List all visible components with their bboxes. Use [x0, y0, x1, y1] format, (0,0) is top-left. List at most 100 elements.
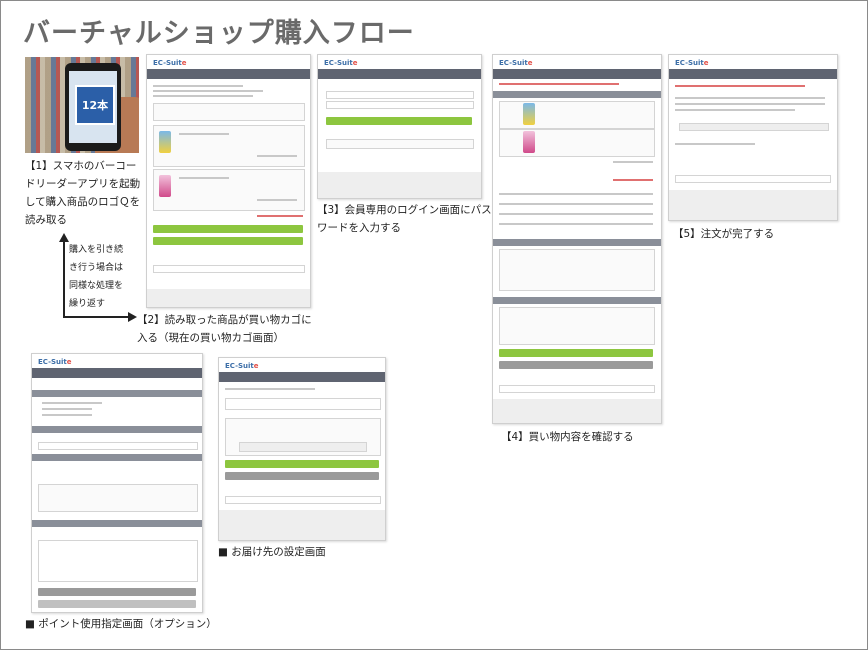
- phone-screen: 12本: [69, 71, 117, 143]
- next-button[interactable]: [38, 588, 196, 596]
- slide-title: バーチャルショップ購入フロー: [23, 18, 415, 49]
- text-line: [675, 103, 825, 105]
- loop-arrow-horizontal: [63, 316, 129, 318]
- register-link[interactable]: [326, 139, 474, 149]
- delivery-caption: ■ お届け先の設定画面: [218, 546, 326, 558]
- password-field[interactable]: [326, 101, 474, 109]
- top-page-button[interactable]: [679, 123, 829, 131]
- text-line: [153, 85, 243, 87]
- points-section: [32, 454, 202, 461]
- login-header: [318, 69, 481, 79]
- text-line: [675, 109, 795, 111]
- delivery-info: [499, 249, 655, 291]
- total-line: [257, 215, 303, 217]
- thanks-line: [675, 85, 805, 87]
- login-screen: EC-Suite: [317, 54, 482, 199]
- section-header: [493, 91, 661, 98]
- points-input-box[interactable]: [38, 484, 198, 512]
- brand-logo: EC-Suite: [153, 59, 187, 67]
- notice-box: [153, 103, 305, 121]
- scan-photo: 12本: [25, 57, 139, 153]
- points-line: [499, 213, 653, 215]
- smartphone: 12本: [65, 63, 121, 151]
- points-line: [499, 223, 653, 225]
- step5-caption: 【5】注文が完了する: [673, 228, 775, 240]
- back-button[interactable]: [38, 600, 196, 608]
- delivery-screen: EC-Suite: [218, 357, 386, 541]
- text-line: [257, 155, 297, 157]
- cart-item-2: [153, 169, 305, 211]
- delivery-select[interactable]: [225, 398, 381, 410]
- slide: バーチャルショップ購入フロー 12本 【1】スマホのバーコー ドリーダーアプリを…: [0, 0, 868, 650]
- complete-screen: EC-Suite: [668, 54, 838, 221]
- keyword-search[interactable]: [675, 175, 831, 183]
- product-image-2: [523, 131, 535, 153]
- text-line: [153, 95, 253, 97]
- step2-line1: 【2】読み取った商品が買い物カゴに: [137, 314, 312, 326]
- text-line: [179, 133, 229, 135]
- loop-line4: 繰り返す: [69, 299, 106, 309]
- text-line: [257, 199, 297, 201]
- payment-method-section: [32, 390, 202, 397]
- confirm-order-button[interactable]: [499, 349, 653, 357]
- loop-arrow-right-head: [128, 312, 137, 322]
- loop-arrow-up-head: [59, 233, 69, 242]
- email-field[interactable]: [326, 91, 474, 99]
- step3-line1: 【3】会員専用のログイン画面にパス: [317, 204, 492, 216]
- new-address-button[interactable]: [239, 442, 367, 452]
- step3-line2: ワードを入力する: [317, 222, 401, 234]
- login-button[interactable]: [326, 117, 472, 125]
- next-button[interactable]: [225, 460, 379, 468]
- back-button[interactable]: [499, 361, 653, 369]
- loop-line2: き行う場合は: [69, 263, 124, 273]
- loop-arrow-vertical: [63, 241, 65, 317]
- scan-badge: 12本: [81, 99, 109, 112]
- continue-shopping-button[interactable]: [153, 237, 303, 245]
- step4-caption: 【4】買い物内容を確認する: [501, 431, 634, 443]
- points-screen: EC-Suite: [31, 353, 203, 613]
- brand-logo: EC-Suite: [38, 358, 72, 366]
- step1-caption: 【1】スマホのバーコー ドリーダーアプリを起動 して購入商品のロゴＱを 読み取る: [25, 157, 140, 229]
- delivery-header: [219, 372, 385, 382]
- text-line: [153, 90, 263, 92]
- keyword-search[interactable]: [499, 385, 655, 393]
- login-footer: [318, 172, 481, 198]
- loop-caption: 購入を引き続 き行う場合は 同様な処理を 繰り返す: [69, 241, 123, 313]
- step2-caption: 【2】読み取った商品が買い物カゴに 入る（現在の買い物カゴ画面）: [137, 311, 312, 347]
- brand-logo: EC-Suite: [225, 362, 259, 370]
- delivery-footer: [219, 510, 385, 540]
- points-line: [499, 193, 653, 195]
- notice-line: [499, 83, 619, 85]
- subtotal-line: [613, 161, 653, 163]
- address-select[interactable]: [38, 442, 198, 450]
- checkout-button[interactable]: [153, 225, 303, 233]
- points-caption: ■ ポイント使用指定画面（オプション）: [25, 618, 217, 630]
- radio-option: [42, 402, 102, 404]
- contact-line: [675, 143, 755, 145]
- payment-info: [499, 307, 655, 345]
- comment-textarea[interactable]: [38, 540, 198, 582]
- brand-logo: EC-Suite: [499, 59, 533, 67]
- complete-footer: [669, 190, 837, 220]
- product-image-1: [159, 131, 171, 153]
- loop-line1: 購入を引き続: [69, 245, 124, 255]
- cart-header: [147, 69, 310, 79]
- keyword-search[interactable]: [153, 265, 305, 273]
- cart-screen: EC-Suite: [146, 54, 311, 308]
- step1-line4: 読み取る: [25, 214, 67, 226]
- confirm-footer: [493, 399, 661, 423]
- back-button[interactable]: [225, 472, 379, 480]
- loop-line3: 同様な処理を: [69, 281, 124, 291]
- product-image-1: [523, 103, 535, 125]
- total-line: [613, 179, 653, 181]
- product-image-2: [159, 175, 171, 197]
- points-line: [499, 203, 653, 205]
- text-line: [179, 177, 229, 179]
- step1-line3: して購入商品のロゴＱを: [25, 196, 141, 208]
- step3-caption: 【3】会員専用のログイン画面にパス ワードを入力する: [317, 201, 492, 237]
- points-header: [32, 368, 202, 378]
- payment-section-header: [493, 297, 661, 304]
- keyword-search[interactable]: [225, 496, 381, 504]
- step2-line2: 入る（現在の買い物カゴ画面）: [137, 332, 284, 344]
- qr-code-frame: 12本: [75, 85, 115, 125]
